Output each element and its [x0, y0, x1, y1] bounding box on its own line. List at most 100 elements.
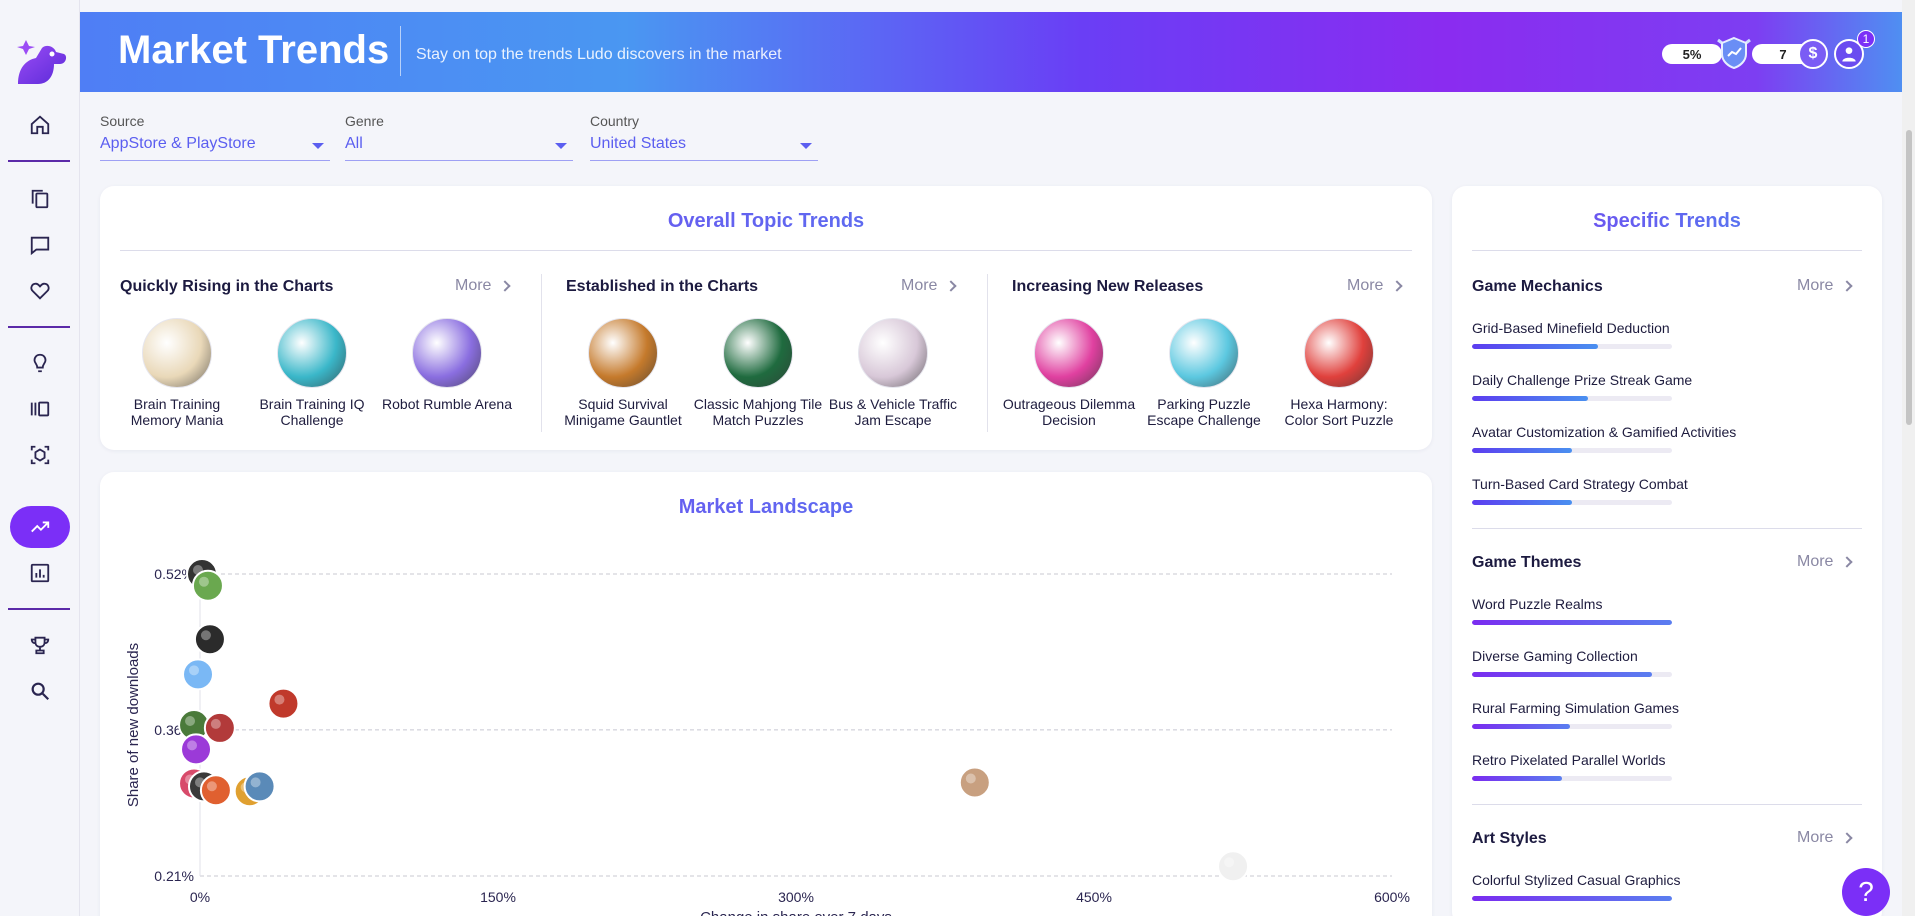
favorites-nav[interactable]	[10, 270, 70, 312]
trend-name: Avatar Customization & Gamified Activiti…	[1472, 424, 1737, 440]
trend-bar-fill	[1472, 776, 1562, 781]
caret-down-icon	[312, 143, 324, 149]
chevron-right-icon	[499, 280, 512, 292]
game-card[interactable]: Parking Puzzle Escape Challenge	[1137, 318, 1271, 428]
game-thumbnail	[1169, 318, 1239, 388]
game-name: Robot Rumble Arena	[382, 396, 512, 412]
data-point-highlight	[965, 773, 976, 784]
data-point[interactable]	[199, 774, 232, 807]
heart-icon	[30, 282, 50, 300]
coin-icon[interactable]: $	[1798, 39, 1828, 69]
trend-bar-fill	[1472, 724, 1570, 729]
scrollbar-thumb[interactable]	[1906, 130, 1912, 425]
data-point[interactable]	[203, 711, 236, 744]
trend-item[interactable]: Rural Farming Simulation Games	[1472, 700, 1762, 729]
game-card[interactable]: Classic Mahjong Tile Match Puzzles	[691, 318, 825, 428]
game-name: Squid Survival Minigame Gauntlet	[564, 396, 682, 428]
trend-item[interactable]: Word Puzzle Realms	[1472, 596, 1762, 625]
home-icon	[30, 115, 50, 135]
data-point-highlight	[250, 777, 261, 788]
data-point[interactable]	[182, 658, 215, 691]
data-point[interactable]	[1217, 850, 1250, 883]
chevron-right-icon	[945, 280, 958, 292]
trend-item[interactable]: Avatar Customization & Gamified Activiti…	[1472, 424, 1762, 453]
trend-name: Retro Pixelated Parallel Worlds	[1472, 752, 1666, 768]
filter-label: Source	[100, 113, 145, 129]
more-link[interactable]: More	[1797, 277, 1854, 295]
trend-item[interactable]: Turn-Based Card Strategy Combat	[1472, 476, 1762, 505]
awards-nav[interactable]	[10, 624, 70, 666]
game-card[interactable]: Squid Survival Minigame Gauntlet	[556, 318, 690, 428]
home-nav[interactable]	[10, 104, 70, 146]
more-link[interactable]: More	[455, 277, 512, 295]
data-point-highlight	[198, 576, 209, 587]
trend-item[interactable]: Diverse Gaming Collection	[1472, 648, 1762, 677]
filter-value: AppStore & PlayStore	[100, 135, 256, 152]
trend-bar-track	[1472, 396, 1672, 401]
documents-nav[interactable]	[10, 178, 70, 220]
trend-item[interactable]: Daily Challenge Prize Streak Game	[1472, 372, 1762, 401]
ideas-nav[interactable]	[10, 342, 70, 384]
data-point[interactable]	[191, 569, 224, 602]
library-nav[interactable]	[10, 388, 70, 430]
x-tick-label: 0%	[190, 889, 210, 905]
section-title: Increasing New Releases	[1012, 278, 1204, 295]
game-card[interactable]: Robot Rumble Arena	[380, 318, 514, 412]
chat-nav[interactable]	[10, 224, 70, 266]
game-card[interactable]: Brain Training Memory Mania	[110, 318, 244, 428]
more-link[interactable]: More	[901, 277, 958, 295]
x-axis-label: Change in share over 7 days	[700, 909, 892, 916]
country-select[interactable]: United States	[590, 133, 818, 161]
trend-bar-track	[1472, 672, 1672, 677]
game-thumbnail	[142, 318, 212, 388]
genre-select[interactable]: All	[345, 133, 573, 161]
search-icon	[31, 682, 50, 701]
more-link[interactable]: More	[1347, 277, 1404, 295]
data-point[interactable]	[267, 687, 300, 720]
game-card[interactable]: Brain Training IQ Challenge	[245, 318, 379, 428]
trophy-icon	[30, 636, 50, 655]
source-filter[interactable]: Source AppStore & PlayStore	[100, 113, 330, 161]
data-point-highlight	[274, 694, 285, 705]
shield-badge-icon[interactable]	[1714, 32, 1754, 72]
dollar-icon: $	[1808, 45, 1818, 62]
filter-value: United States	[590, 135, 687, 152]
assets-nav[interactable]	[10, 434, 70, 476]
caret-down-icon	[555, 143, 567, 149]
analytics-nav[interactable]	[10, 552, 70, 594]
more-link[interactable]: More	[1797, 829, 1854, 847]
trend-item[interactable]: Retro Pixelated Parallel Worlds	[1472, 752, 1762, 781]
nav-divider	[8, 608, 70, 610]
trend-item[interactable]: Grid-Based Minefield Deduction	[1472, 320, 1762, 349]
group-title: Game Themes	[1472, 554, 1582, 571]
trend-bar-track	[1472, 500, 1672, 505]
help-button[interactable]: ?	[1842, 868, 1890, 916]
data-point[interactable]	[243, 770, 276, 803]
progress-pill[interactable]: 5%	[1662, 44, 1722, 64]
chevron-right-icon	[1841, 832, 1854, 844]
source-select[interactable]: AppStore & PlayStore	[100, 133, 330, 161]
game-card[interactable]: Outrageous Dilemma Decision	[1002, 318, 1136, 428]
trend-bar-fill	[1472, 396, 1588, 401]
country-filter[interactable]: Country United States	[590, 113, 818, 161]
data-point-highlight	[206, 781, 217, 792]
data-point[interactable]	[180, 733, 213, 766]
caret-down-icon	[800, 143, 812, 149]
market-landscape-chart: 0.21%0.36%0.52%0% 150% 300% 450% 600%Share o…	[125, 558, 1410, 916]
more-link[interactable]: More	[1797, 553, 1854, 571]
game-thumbnail	[277, 318, 347, 388]
trend-name: Grid-Based Minefield Deduction	[1472, 320, 1670, 336]
bar-chart-icon	[30, 563, 50, 583]
ludo-logo[interactable]	[8, 32, 70, 94]
trend-item[interactable]: Colorful Stylized Casual Graphics	[1472, 872, 1762, 901]
group-title: Art Styles	[1472, 830, 1547, 847]
data-point[interactable]	[193, 623, 226, 656]
search-nav[interactable]	[10, 670, 70, 712]
data-point[interactable]	[958, 766, 991, 799]
game-card[interactable]: Bus & Vehicle Traffic Jam Escape	[826, 318, 960, 428]
trend-bar-track	[1472, 448, 1672, 453]
genre-filter[interactable]: Genre All	[345, 113, 573, 161]
market-trends-nav[interactable]	[10, 506, 70, 548]
game-card[interactable]: Hexa Harmony: Color Sort Puzzle	[1272, 318, 1406, 428]
group-divider	[1472, 804, 1862, 805]
